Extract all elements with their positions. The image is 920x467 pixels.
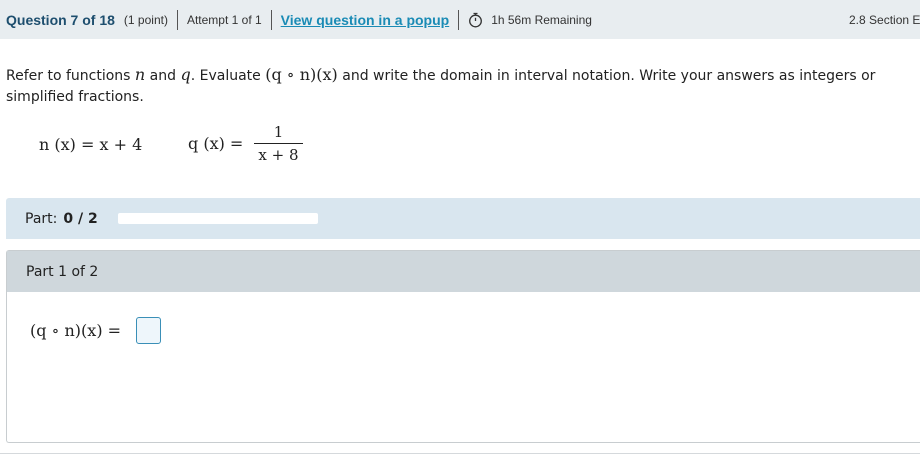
part-progress-label: Part: bbox=[25, 210, 58, 227]
view-in-popup-link[interactable]: View question in a popup bbox=[281, 12, 450, 28]
answer-label: (q ∘ n)(x) = bbox=[30, 321, 127, 340]
question-number: Question 7 of 18 bbox=[6, 11, 115, 28]
function-n-rhs: x + 4 bbox=[99, 135, 143, 154]
prompt-text: and bbox=[145, 68, 181, 84]
prompt-text: . Evaluate bbox=[190, 68, 266, 84]
function-n-definition: n (x) = x + 4 bbox=[39, 135, 142, 154]
fraction-denominator: x + 8 bbox=[254, 143, 303, 164]
answer-row: (q ∘ n)(x) = bbox=[30, 317, 162, 344]
attempt-count: Attempt 1 of 1 bbox=[186, 12, 262, 27]
var-q: q bbox=[180, 65, 191, 84]
answer-input[interactable] bbox=[136, 317, 162, 344]
function-n-lhs: n (x) = bbox=[39, 135, 100, 154]
bottom-divider bbox=[0, 453, 920, 454]
fraction-numerator: 1 bbox=[273, 123, 284, 141]
var-n: n bbox=[134, 65, 146, 84]
header-divider bbox=[176, 9, 178, 30]
question-prompt: Refer to functions n and q. Evaluate (q … bbox=[6, 64, 906, 108]
function-q-definition: q (x) = 1 x + 8 bbox=[188, 123, 303, 164]
progress-track bbox=[117, 213, 318, 224]
function-q-lhs: q (x) = bbox=[188, 134, 249, 153]
composition-expression: (q ∘ n)(x) bbox=[265, 65, 338, 84]
prompt-text: Refer to functions bbox=[6, 68, 135, 84]
header-divider bbox=[270, 9, 272, 30]
stopwatch-icon bbox=[469, 12, 483, 27]
header-divider bbox=[458, 9, 460, 30]
time-remaining: 1h 56m Remaining bbox=[491, 12, 592, 27]
question-points: (1 point) bbox=[123, 12, 168, 27]
section-name: 2.8 Section E bbox=[849, 12, 920, 27]
timer: 1h 56m Remaining bbox=[468, 12, 592, 28]
part-1-header: Part 1 of 2 bbox=[7, 251, 920, 292]
part-1-panel: Part 1 of 2 (q ∘ n)(x) = bbox=[6, 250, 920, 443]
function-q-fraction: 1 x + 8 bbox=[254, 123, 303, 164]
part-progress-bar: Part: 0 / 2 bbox=[6, 198, 920, 239]
part-progress-value: 0 / 2 bbox=[63, 210, 98, 227]
question-header: Question 7 of 18 (1 point) Attempt 1 of … bbox=[0, 0, 920, 39]
